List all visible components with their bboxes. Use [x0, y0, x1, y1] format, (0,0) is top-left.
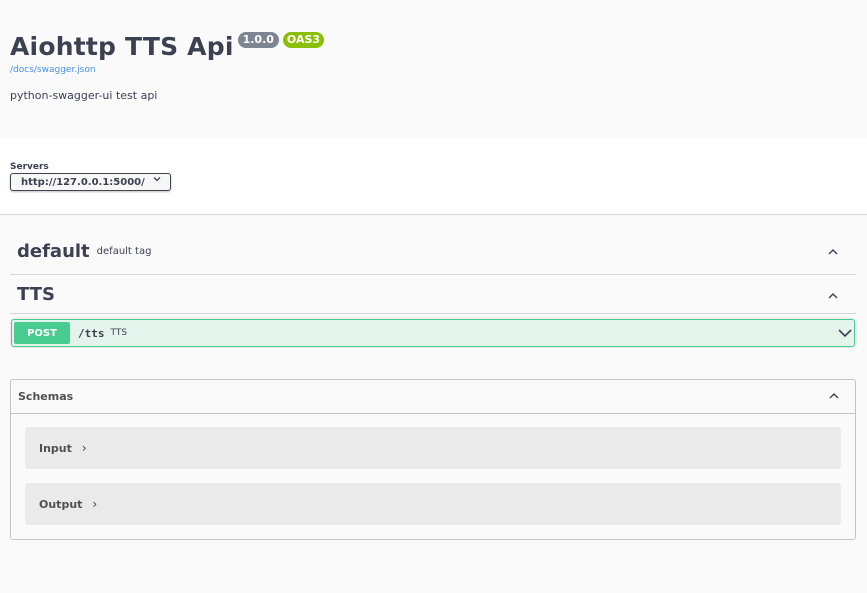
model-input[interactable]: Input › [25, 427, 841, 469]
spec-link[interactable]: /docs/swagger.json [10, 65, 324, 75]
tag-tts[interactable]: TTS [10, 276, 856, 314]
chevron-right-icon: › [92, 497, 98, 511]
tag-description: default tag [96, 245, 152, 257]
servers-bar: Servers http://127.0.0.1:5000/ [0, 138, 867, 215]
operation-summary: TTS [110, 328, 128, 338]
chevron-down-icon [153, 175, 161, 186]
schemas-title: Schemas [18, 390, 74, 403]
servers-select[interactable]: http://127.0.0.1:5000/ [10, 173, 171, 191]
version-badge: 1.0.0 [237, 32, 279, 48]
tag-name: TTS [17, 284, 55, 305]
api-title: Aiohttp TTS Api [10, 32, 234, 61]
method-badge: POST [14, 322, 70, 344]
chevron-down-icon[interactable] [838, 327, 852, 339]
servers-selected-value: http://127.0.0.1:5000/ [21, 176, 145, 188]
model-output[interactable]: Output › [25, 483, 841, 525]
tag-default[interactable]: default default tag [10, 228, 856, 275]
api-description: python-swagger-ui test api [10, 89, 158, 102]
chevron-up-icon[interactable] [828, 247, 838, 257]
chevron-up-icon[interactable] [829, 391, 839, 401]
model-name: Output [39, 497, 83, 511]
api-info: Aiohttp TTS Api 1.0.0 OAS3 /docs/swagger… [10, 30, 325, 102]
model-name: Input [39, 441, 72, 455]
schemas-header[interactable]: Schemas [11, 380, 855, 414]
operation-path: /tts [78, 326, 105, 340]
operation-post-tts[interactable]: POST /tts TTS [11, 319, 855, 347]
schemas-section: Schemas Input › Output › [10, 379, 856, 540]
tag-name: default [17, 240, 90, 262]
oas-badge: OAS3 [282, 32, 325, 48]
servers-label: Servers [10, 162, 49, 172]
chevron-right-icon: › [81, 441, 87, 455]
chevron-up-icon[interactable] [828, 291, 838, 301]
title-row: Aiohttp TTS Api 1.0.0 OAS3 [10, 30, 325, 64]
